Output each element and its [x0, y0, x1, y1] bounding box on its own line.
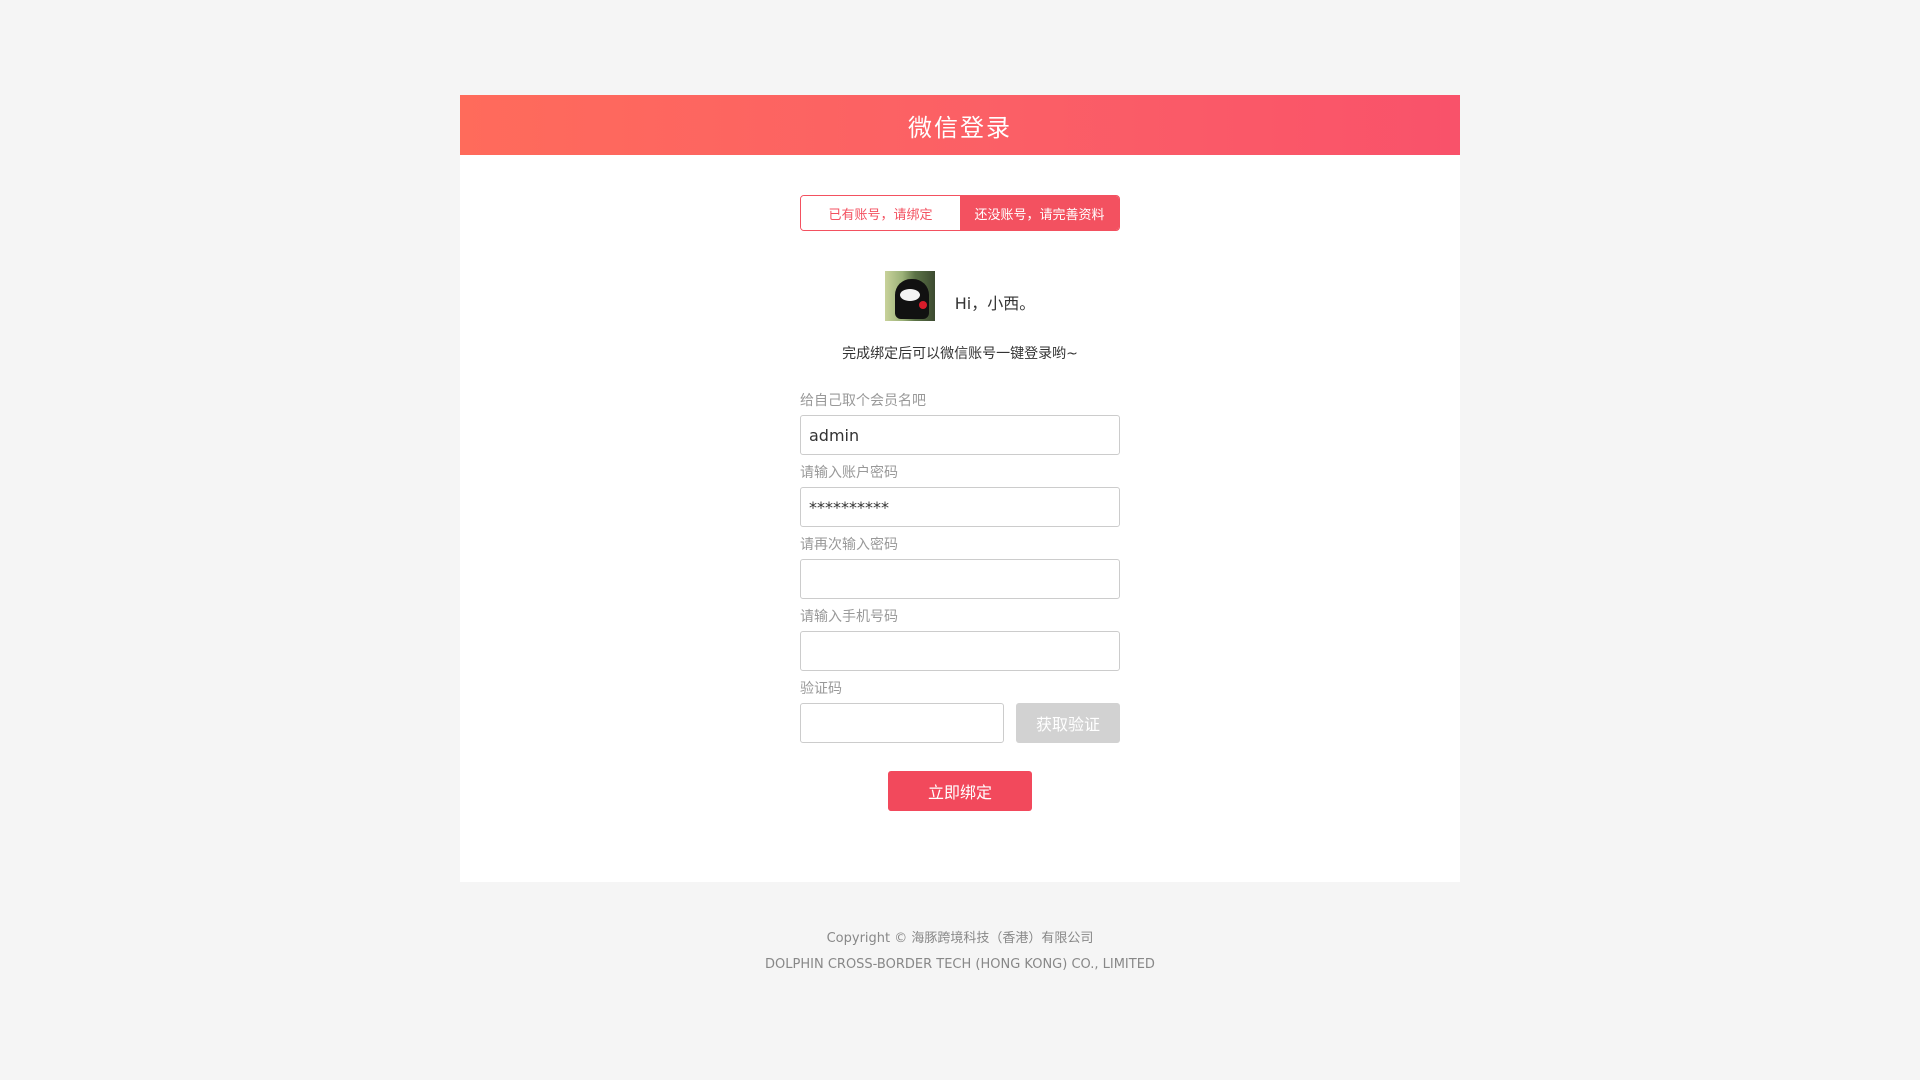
- verification-code-input[interactable]: [800, 703, 1004, 743]
- password-label: 请输入账户密码: [800, 465, 898, 481]
- bear-face-icon: [899, 289, 920, 301]
- phone-input[interactable]: [800, 631, 1120, 671]
- copyright-text: Copyright © 海豚跨境科技（香港）有限公司: [826, 931, 1094, 946]
- greeting-row: Hi，小西。: [460, 271, 1460, 321]
- bind-hint-text: 完成绑定后可以微信账号一键登录哟~: [842, 346, 1078, 362]
- bind-now-button[interactable]: 立即绑定: [888, 771, 1032, 811]
- login-panel: 微信登录 已有账号，请绑定 还没账号，请完善资料 Hi，小西。 完成绑定后可以微…: [460, 95, 1460, 882]
- phone-label: 请输入手机号码: [800, 609, 898, 625]
- footer: Copyright © 海豚跨境科技（香港）有限公司 DOLPHIN CROSS…: [0, 926, 1920, 978]
- bear-cheek-icon: [918, 301, 927, 309]
- tab-bind-existing-account[interactable]: 已有账号，请绑定: [801, 196, 960, 230]
- page-title: 微信登录: [908, 113, 1012, 142]
- account-tabs: 已有账号，请绑定 还没账号，请完善资料: [800, 195, 1120, 231]
- panel-header: 微信登录: [460, 95, 1460, 155]
- greeting-text: Hi，小西。: [954, 294, 1036, 313]
- get-code-button[interactable]: 获取验证: [1016, 703, 1120, 743]
- confirm-password-input[interactable]: [800, 559, 1120, 599]
- confirm-password-label: 请再次输入密码: [800, 537, 898, 553]
- username-label: 给自己取个会员名吧: [800, 393, 926, 409]
- tab-complete-profile[interactable]: 还没账号，请完善资料: [960, 196, 1119, 230]
- company-english-name: DOLPHIN CROSS-BORDER TECH (HONG KONG) CO…: [765, 957, 1155, 972]
- verification-code-label: 验证码: [800, 681, 842, 697]
- password-input[interactable]: [800, 487, 1120, 527]
- verification-code-row: 获取验证: [800, 703, 1120, 743]
- register-form: 给自己取个会员名吧 请输入账户密码 请再次输入密码 请输入手机号码 验证码 获取…: [800, 391, 1120, 743]
- username-input[interactable]: [800, 415, 1120, 455]
- avatar: [884, 271, 935, 321]
